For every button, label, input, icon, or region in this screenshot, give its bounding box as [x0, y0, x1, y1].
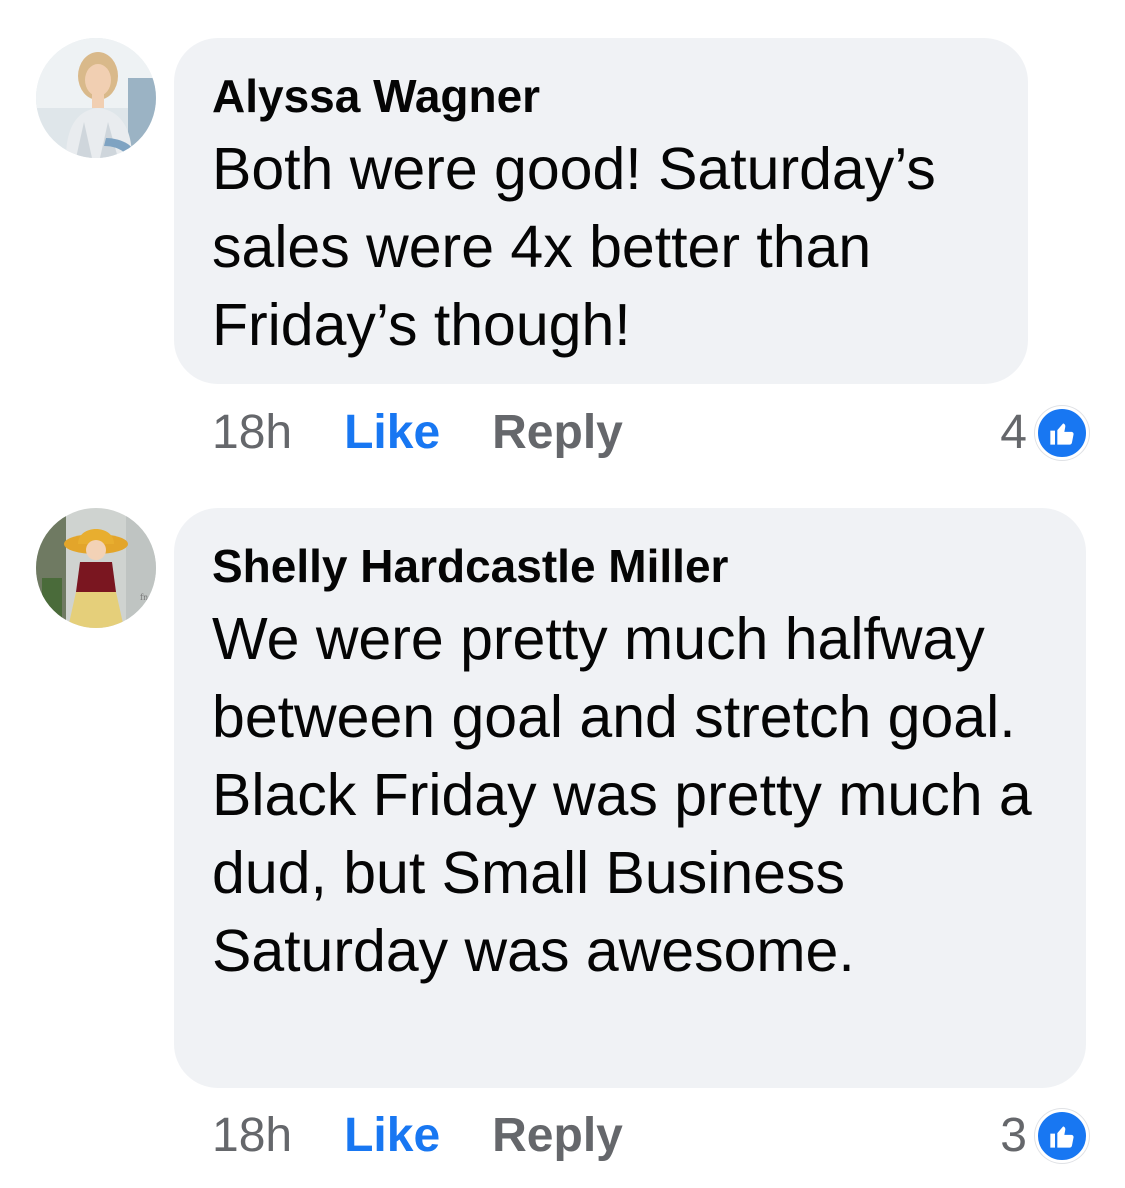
comment-bubble: Shelly Hardcastle Miller We were pretty … [174, 508, 1086, 1088]
reply-button[interactable]: Reply [492, 1108, 623, 1164]
comment-author[interactable]: Shelly Hardcastle Miller [212, 538, 1050, 594]
like-button[interactable]: Like [344, 405, 440, 461]
avatar[interactable] [36, 38, 156, 158]
comment-timestamp[interactable]: 18h [212, 405, 292, 461]
comment-text: Both were good! Saturday’s sales were 4x… [212, 136, 953, 358]
reply-button[interactable]: Reply [492, 405, 623, 461]
comment-author[interactable]: Alyssa Wagner [212, 68, 992, 124]
reaction-summary[interactable]: 3 [1000, 1108, 1089, 1164]
svg-text:fn: fn [140, 593, 148, 602]
thumbs-up-icon [1035, 406, 1089, 460]
comment-timestamp[interactable]: 18h [212, 1108, 292, 1164]
avatar-photo: fn [36, 508, 156, 628]
thumbs-up-icon [1035, 1109, 1089, 1163]
comment-actions: 18h Like Reply [212, 1108, 623, 1164]
avatar-photo [36, 38, 156, 158]
reaction-summary[interactable]: 4 [1000, 405, 1089, 461]
comment-text: We were pretty much halfway between goal… [212, 606, 1049, 984]
reaction-count: 4 [1000, 406, 1027, 459]
like-button[interactable]: Like [344, 1108, 440, 1164]
comment-bubble: Alyssa Wagner Both were good! Saturday’s… [174, 38, 1028, 384]
avatar[interactable]: fn [36, 508, 156, 628]
comment-actions: 18h Like Reply [212, 405, 623, 461]
reaction-count: 3 [1000, 1109, 1027, 1162]
